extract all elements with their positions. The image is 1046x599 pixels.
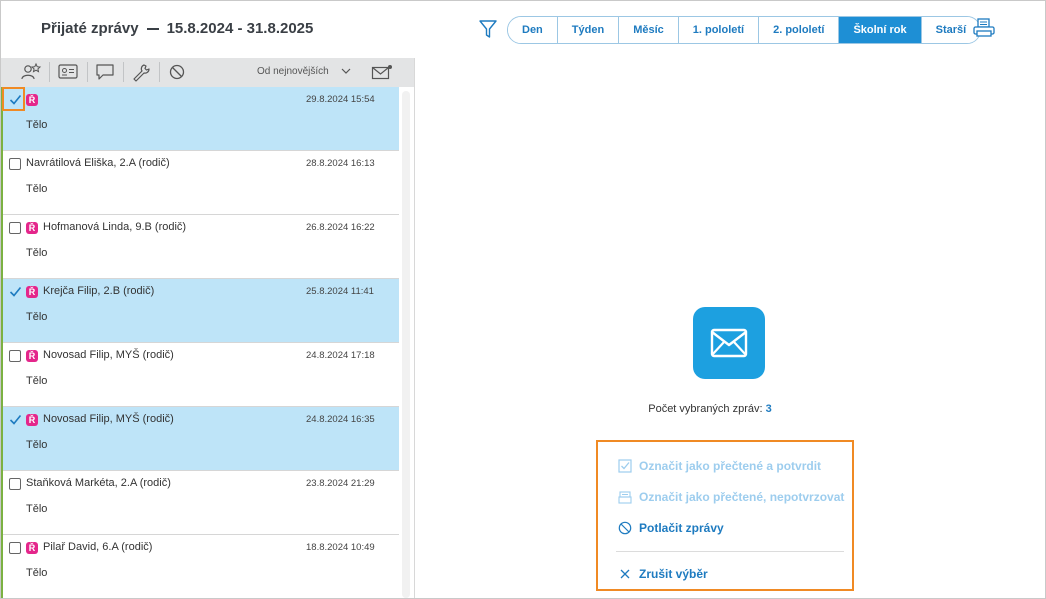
message-date: 23.8.2024 21:29	[306, 478, 375, 489]
message-body-preview: Tělo	[26, 119, 48, 131]
date-range: 15.8.2024 - 31.8.2025	[166, 20, 314, 37]
parent-badge-icon: Ř	[26, 222, 38, 234]
close-icon	[620, 569, 630, 579]
pane-divider	[414, 58, 415, 598]
message-date: 29.8.2024 15:54	[306, 94, 375, 105]
message-row[interactable]: Ř Novosad Filip, MYŠ (rodič) 24.8.2024 16:…	[3, 407, 399, 471]
parent-badge-icon: Ř	[26, 542, 38, 554]
message-sender: Krejča Filip, 2.B (rodič)	[43, 285, 155, 297]
message-body-preview: Tělo	[26, 183, 48, 195]
selected-count-label: Počet vybraných zpráv:	[648, 403, 763, 415]
chevron-down-icon[interactable]	[341, 67, 351, 75]
row-checkbox[interactable]	[9, 158, 21, 170]
row-checkbox[interactable]	[9, 542, 21, 554]
message-row[interactable]: Navrátilová Eliška, 2.A (rodič) 28.8.2024…	[3, 151, 399, 215]
bulk-actions-panel: Označit jako přečtené a potvrdit Označit…	[596, 440, 854, 591]
message-row[interactable]: Ř Krejča Filip, 2.B (rodič) 25.8.2024 11:4…	[3, 279, 399, 343]
selected-count-value: 3	[765, 403, 772, 415]
message-row[interactable]: Ř Pilař David, 6.A (rodič) 18.8.2024 10:49…	[3, 535, 399, 598]
period-first-half-button[interactable]: 1. pololetí	[678, 17, 760, 43]
period-second-half-button[interactable]: 2. pololetí	[759, 17, 840, 43]
message-body-preview: Tělo	[26, 311, 48, 323]
toolbar-divider	[159, 62, 160, 82]
message-date: 24.8.2024 16:35	[306, 414, 375, 425]
message-sender: Novosad Filip, MYŠ (rodič)	[43, 349, 174, 361]
page-title: Přijaté zprávy 15.8.2024 - 31.8.2025	[41, 20, 313, 37]
title-dash	[146, 28, 159, 31]
title-text: Přijaté zprávy	[41, 20, 139, 37]
toolbar-divider	[87, 62, 88, 82]
list-toolbar: Od nejnovějších	[1, 58, 414, 87]
parent-badge-icon: Ř	[26, 286, 38, 298]
parent-badge-icon: Ř	[26, 350, 38, 362]
checked-box-icon	[618, 459, 632, 473]
message-date: 25.8.2024 11:41	[306, 286, 374, 297]
block-icon[interactable]	[166, 62, 188, 82]
toolbar-divider	[49, 62, 50, 82]
period-month-button[interactable]: Měsíc	[619, 17, 679, 43]
message-body-preview: Tělo	[26, 567, 48, 579]
wrench-icon[interactable]	[130, 62, 152, 82]
period-school-year-button[interactable]: Školní rok	[839, 17, 922, 43]
print-icon[interactable]	[972, 17, 996, 39]
star-user-icon[interactable]	[20, 62, 42, 82]
checkbox-highlight	[2, 87, 25, 111]
message-sender: Staňková Markéta, 2.A (rodič)	[26, 477, 171, 489]
message-date: 28.8.2024 16:13	[306, 158, 375, 169]
list-scrollbar[interactable]	[402, 91, 410, 598]
message-date: 24.8.2024 17:18	[306, 350, 375, 361]
message-row[interactable]: Ř Novosad Filip, MYŠ (rodič) 24.8.2024 17:…	[3, 343, 399, 407]
message-body-preview: Tělo	[26, 439, 48, 451]
open-mail-icon	[618, 491, 632, 504]
message-row[interactable]: Ř Hofmanová Linda, 9.B (rodič) 26.8.2024 1…	[3, 215, 399, 279]
cancel-selection-label: Zrušit výběr	[639, 567, 708, 581]
parent-badge-icon: Ř	[26, 414, 38, 426]
mark-read-unconfirmed-label: Označit jako přečtené, nepotvrzovat	[639, 490, 845, 504]
message-body-preview: Tělo	[26, 247, 48, 259]
parent-badge-icon: Ř	[26, 94, 38, 106]
message-row[interactable]: Staňková Markéta, 2.A (rodič) 23.8.2024 2…	[3, 471, 399, 535]
message-body-preview: Tělo	[26, 503, 48, 515]
toolbar-divider	[123, 62, 124, 82]
period-week-button[interactable]: Týden	[557, 17, 620, 43]
envelope-icon	[693, 307, 765, 379]
row-checkbox[interactable]	[9, 414, 22, 426]
speech-bubble-icon[interactable]	[94, 62, 116, 82]
filter-icon[interactable]	[478, 18, 498, 40]
header: Přijaté zprávy 15.8.2024 - 31.8.2025 Den …	[0, 0, 1046, 58]
period-selector: Den Týden Měsíc 1. pololetí 2. pololetí …	[507, 16, 982, 44]
actions-divider	[616, 551, 844, 552]
new-mail-icon[interactable]	[371, 64, 393, 80]
row-checkbox[interactable]	[9, 286, 22, 298]
message-sender: Hofmanová Linda, 9.B (rodič)	[43, 221, 187, 233]
suppress-messages-label: Potlačit zprávy	[639, 521, 724, 535]
message-sender: Navrátilová Eliška, 2.A (rodič)	[26, 157, 170, 169]
message-row[interactable]: Ř 29.8.2024 15:54 Tělo	[3, 87, 399, 151]
block-icon	[618, 521, 632, 535]
message-date: 26.8.2024 16:22	[306, 222, 375, 233]
period-day-button[interactable]: Den	[508, 17, 558, 43]
row-checkbox[interactable]	[9, 222, 21, 234]
message-date: 18.8.2024 10:49	[306, 542, 375, 553]
message-list-pane: Od nejnovějších Ř 29.8.2024 15:54 Tělo Navr…	[1, 58, 414, 598]
contact-card-icon[interactable]	[57, 62, 79, 82]
mark-read-confirm-label: Označit jako přečtené a potvrdit	[639, 459, 822, 473]
row-checkbox[interactable]	[9, 478, 21, 490]
message-sender: Pilař David, 6.A (rodič)	[43, 541, 153, 553]
sort-dropdown[interactable]: Od nejnovějších	[257, 66, 329, 77]
message-list: Ř 29.8.2024 15:54 Tělo Navrátilová Eliška, …	[1, 87, 399, 598]
message-body-preview: Tělo	[26, 375, 48, 387]
row-checkbox[interactable]	[9, 350, 21, 362]
checkmark-icon	[9, 286, 22, 297]
selected-count: Počet vybraných zpráv: 3	[0, 403, 1046, 415]
